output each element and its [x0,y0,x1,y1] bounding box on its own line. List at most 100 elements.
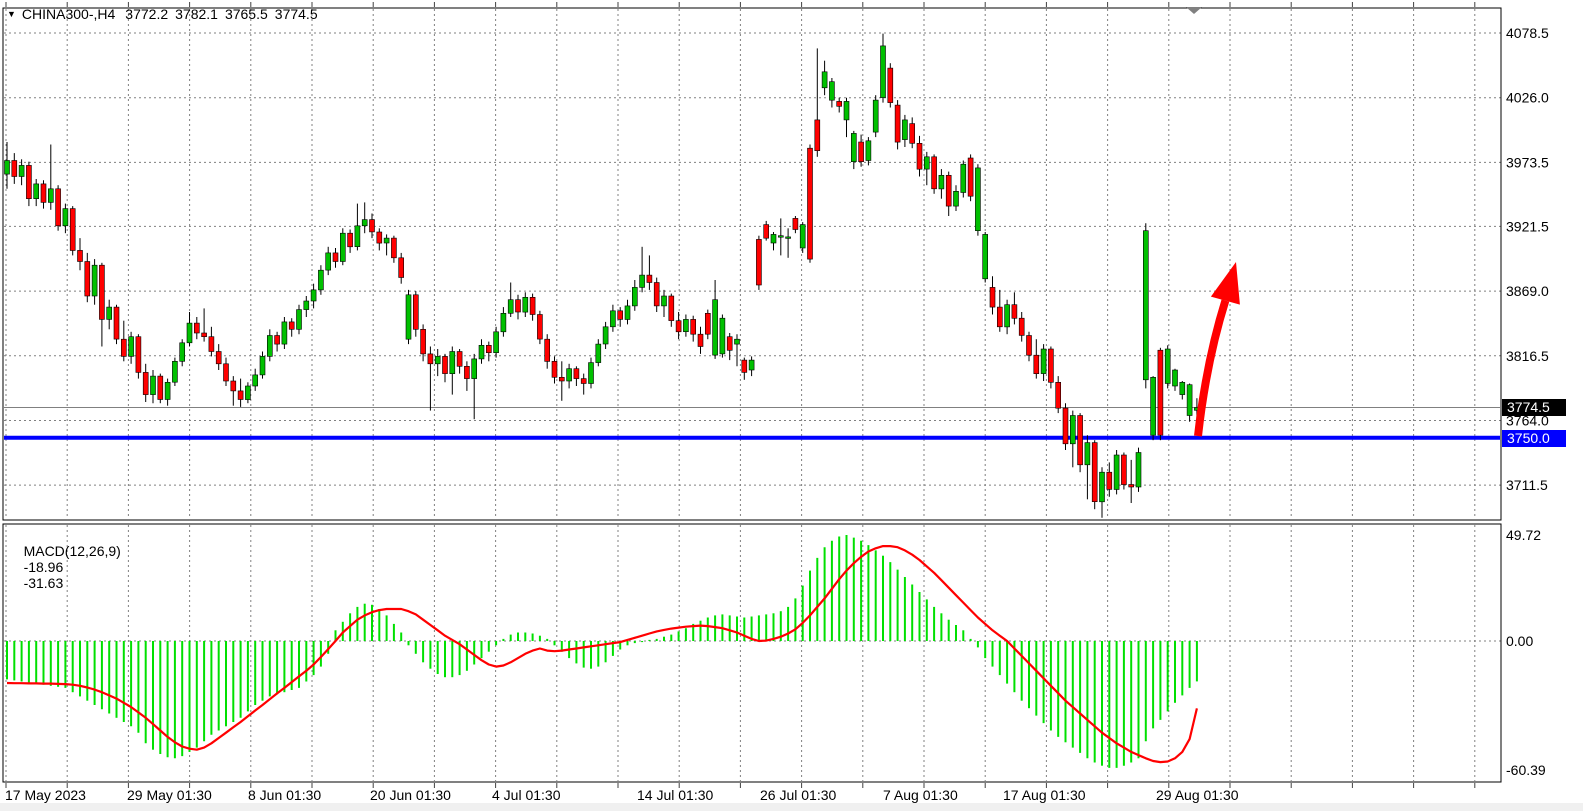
bear-candle [1092,443,1097,502]
bull-candle [975,168,980,231]
bear-candle [26,165,31,198]
bull-candle [1085,443,1090,465]
bull-candle [640,275,645,287]
bear-candle [793,218,798,229]
bear-candle [910,124,915,144]
bull-candle [48,189,53,203]
macd-pane[interactable] [3,524,1501,782]
bear-candle [1027,336,1032,356]
bear-candle [1012,305,1017,319]
bull-candle [355,226,360,247]
price-axis-label: 3973.5 [1506,154,1549,170]
bull-candle [297,310,302,330]
bull-candle [187,323,192,343]
bear-candle [559,377,564,381]
bull-candle [384,238,389,243]
bull-candle [1165,349,1170,384]
bull-candle [129,337,134,357]
bear-candle [968,158,973,196]
bear-candle [888,68,893,103]
bear-candle [815,120,820,151]
bull-candle [800,225,805,248]
time-axis-label: 26 Jul 01:30 [760,787,836,803]
bull-candle [1114,455,1119,490]
price-pane[interactable] [3,8,1501,520]
bear-candle [41,184,46,203]
quote-low: 3765.5 [225,6,268,22]
bear-candle [545,339,550,361]
price-axis-label: 3921.5 [1506,218,1549,234]
symbol-period-label: CHINA300-,H4 [22,6,115,22]
bull-candle [34,184,39,199]
bull-candle [954,191,959,206]
bull-candle [902,120,907,140]
bull-candle [508,300,513,314]
macd-axis-label: 0.00 [1506,633,1533,649]
bull-candle [472,359,477,379]
bear-candle [209,337,214,352]
chart-canvas[interactable]: 4078.54026.03973.53921.53869.03816.53764… [0,0,1583,811]
bull-candle [720,318,725,354]
bull-candle [1005,305,1010,327]
bull-candle [778,236,783,238]
macd-axis-label: -60.39 [1506,762,1546,778]
support-price-badge: 3750.0 [1502,430,1566,447]
bear-candle [413,295,418,330]
bull-candle [662,296,667,306]
bear-candle [756,239,761,285]
bear-candle [917,143,922,169]
collapse-triangle-icon[interactable]: ▼ [7,9,16,19]
bull-candle [311,290,316,301]
time-axis-label: 20 Jun 01:30 [370,787,451,803]
bear-candle [143,372,148,394]
bull-candle [603,327,608,344]
bull-candle [151,376,156,395]
quote-open: 3772.2 [125,6,168,22]
bear-candle [705,313,710,334]
bull-candle [851,133,856,161]
bear-candle [377,232,382,243]
bull-candle [318,270,323,290]
bear-candle [618,311,623,320]
bear-candle [574,369,579,379]
time-axis-label: 14 Jul 01:30 [637,787,713,803]
bull-candle [479,345,484,359]
bull-candle [939,175,944,189]
bull-candle [450,352,455,374]
bull-candle [1173,370,1178,386]
time-axis-label: 8 Jun 01:30 [248,787,321,803]
bull-candle [501,313,506,332]
bull-candle [873,100,878,132]
bull-candle [494,332,499,353]
price-axis-label: 3711.5 [1506,477,1548,493]
bull-candle [567,369,572,381]
current-price-badge-text: 3774.5 [1507,399,1550,415]
price-axis-label: 4078.5 [1506,25,1549,41]
bull-candle [924,157,929,169]
bear-candle [457,352,462,367]
chart-title-bar: ▼ CHINA300-,H4 3772.2 3782.1 3765.5 3774… [7,6,325,22]
bull-candle [523,297,528,312]
bear-candle [837,101,842,106]
bear-candle [1121,455,1126,485]
bear-candle [1078,416,1083,465]
bull-candle [435,356,440,363]
bear-candle [537,315,542,340]
bull-candle [1041,349,1046,374]
bull-candle [1187,385,1192,416]
time-axis-label: 4 Jul 01:30 [492,787,561,803]
bear-candle [158,376,163,399]
bull-candle [866,141,871,161]
bear-candle [194,323,199,333]
bull-candle [961,164,966,192]
bear-candle [676,321,681,332]
bull-candle [1151,377,1156,435]
bear-candle [1129,485,1134,488]
bull-candle [735,339,740,344]
bull-candle [1180,382,1185,394]
bear-candle [70,209,75,251]
bear-candle [1019,318,1024,335]
macd-current-value: -18.96 [24,559,64,575]
quote-high: 3782.1 [175,6,218,22]
bull-candle [267,336,272,357]
